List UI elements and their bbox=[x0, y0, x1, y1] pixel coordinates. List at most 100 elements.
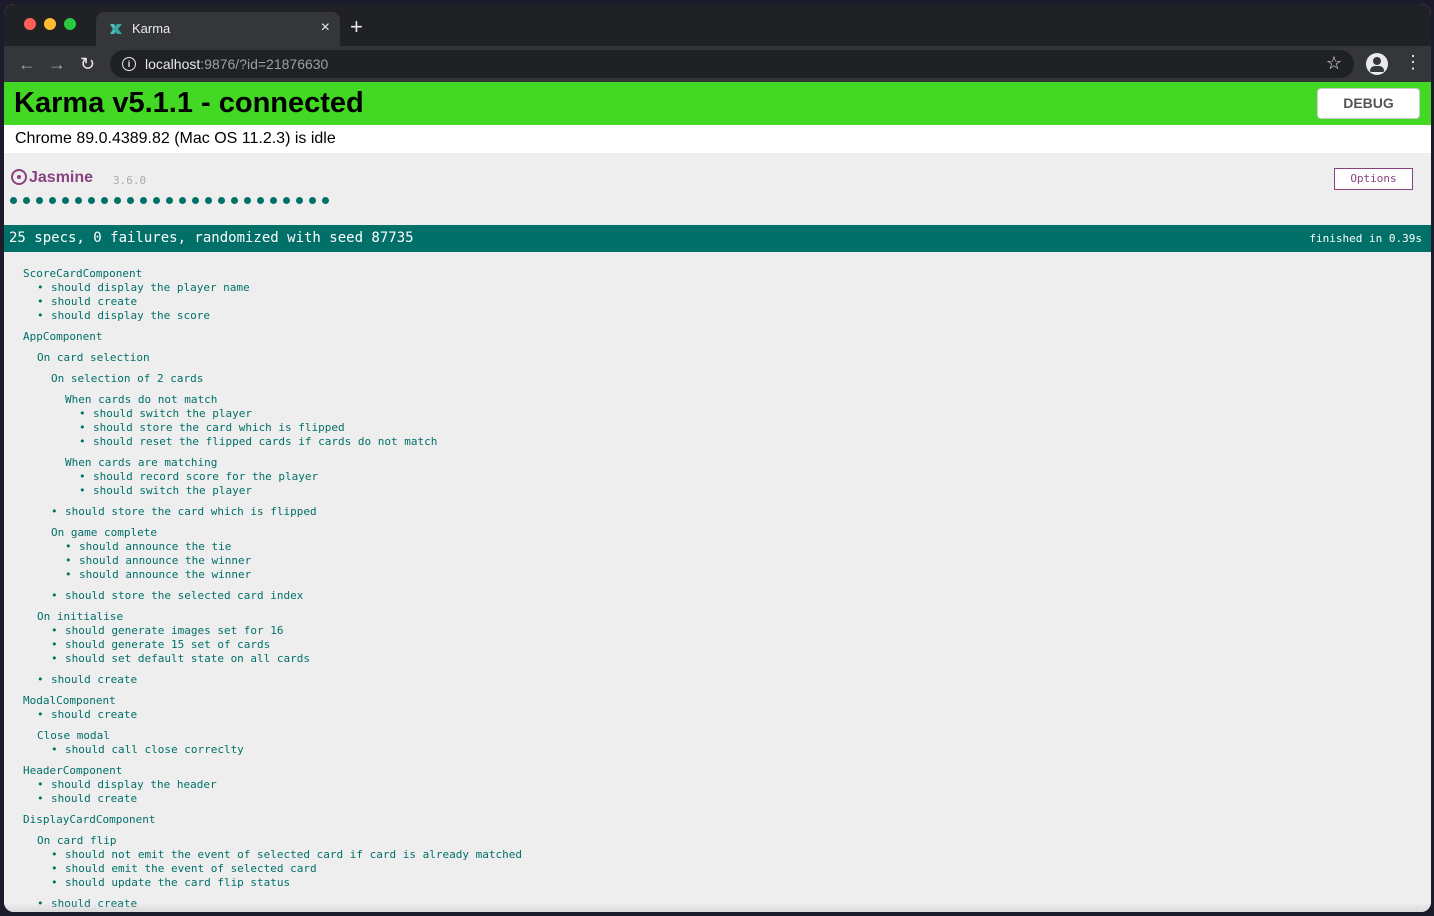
address-bar[interactable]: i localhost:9876/?id=21876630 ☆ bbox=[110, 50, 1354, 78]
url-text[interactable]: localhost:9876/?id=21876630 bbox=[145, 56, 328, 72]
spec-pass-dot[interactable] bbox=[166, 197, 173, 204]
karma-icon bbox=[110, 24, 122, 34]
jasmine-logo-text: Jasmine bbox=[29, 169, 94, 186]
maximize-window-button[interactable] bbox=[64, 18, 76, 30]
duration-text: finished in 0.39s bbox=[1309, 232, 1422, 245]
spec-pass-dot[interactable] bbox=[205, 197, 212, 204]
spec-item[interactable]: should announce the winner bbox=[65, 568, 251, 582]
spec-pass-dot[interactable] bbox=[88, 197, 95, 204]
profile-avatar-icon[interactable] bbox=[1366, 53, 1388, 75]
spec-item[interactable]: should generate 15 set of cards bbox=[51, 638, 270, 652]
scroll-fade bbox=[4, 903, 1431, 912]
spec-pass-dot[interactable] bbox=[62, 197, 69, 204]
summary-bar: 25 specs, 0 failures, randomized with se… bbox=[4, 225, 1431, 252]
suite-title[interactable]: DisplayCardComponent bbox=[23, 813, 155, 827]
forward-arrow-icon[interactable]: → bbox=[48, 54, 66, 74]
spec-item[interactable]: should call close correclty bbox=[51, 743, 244, 757]
spec-pass-dot[interactable] bbox=[114, 197, 121, 204]
url-host: localhost bbox=[145, 56, 201, 72]
spec-item[interactable]: should create bbox=[37, 673, 137, 687]
spec-pass-dot[interactable] bbox=[322, 197, 329, 204]
spec-pass-dot[interactable] bbox=[218, 197, 225, 204]
spec-item[interactable]: should record score for the player bbox=[79, 470, 318, 484]
spec-pass-dot[interactable] bbox=[244, 197, 251, 204]
spec-pass-dot[interactable] bbox=[179, 197, 186, 204]
spec-item[interactable]: should display the player name bbox=[37, 281, 250, 295]
url-path: :9876/?id=21876630 bbox=[200, 56, 329, 72]
tab-strip: Karma × + bbox=[4, 4, 1431, 46]
spec-item[interactable]: should create bbox=[37, 295, 137, 309]
close-tab-icon[interactable]: × bbox=[321, 18, 330, 38]
suite-title[interactable]: On game complete bbox=[51, 526, 157, 540]
spec-item[interactable]: should update the card flip status bbox=[51, 876, 290, 890]
spec-pass-dot[interactable] bbox=[153, 197, 160, 204]
suite-title[interactable]: AppComponent bbox=[23, 330, 102, 344]
summary-text[interactable]: 25 specs, 0 failures, randomized with se… bbox=[9, 230, 414, 246]
suite-title[interactable]: On selection of 2 cards bbox=[51, 372, 203, 386]
spec-pass-dot[interactable] bbox=[231, 197, 238, 204]
spec-item[interactable]: should create bbox=[37, 708, 137, 722]
spec-item[interactable]: should create bbox=[37, 792, 137, 806]
info-icon[interactable]: i bbox=[122, 57, 136, 71]
bookmark-star-icon[interactable]: ☆ bbox=[1326, 53, 1342, 74]
suite-title[interactable]: HeaderComponent bbox=[23, 764, 122, 778]
spec-pass-dot[interactable] bbox=[36, 197, 43, 204]
spec-item[interactable]: should reset the flipped cards if cards … bbox=[79, 435, 437, 449]
spec-item[interactable]: should display the header bbox=[37, 778, 217, 792]
options-button[interactable]: Options bbox=[1334, 168, 1413, 190]
jasmine-flower-icon bbox=[11, 169, 27, 185]
spec-item[interactable]: should emit the event of selected card bbox=[51, 862, 317, 876]
spec-pass-dot[interactable] bbox=[140, 197, 147, 204]
spec-item[interactable]: should set default state on all cards bbox=[51, 652, 310, 666]
minimize-window-button[interactable] bbox=[44, 18, 56, 30]
spec-item[interactable]: should generate images set for 16 bbox=[51, 624, 284, 638]
close-window-button[interactable] bbox=[24, 18, 36, 30]
spec-item[interactable]: should store the card which is flipped bbox=[79, 421, 345, 435]
suite-title[interactable]: ScoreCardComponent bbox=[23, 267, 142, 281]
spec-pass-dot[interactable] bbox=[127, 197, 134, 204]
spec-dots bbox=[10, 197, 329, 207]
spec-pass-dot[interactable] bbox=[270, 197, 277, 204]
karma-banner: Karma v5.1.1 - connected DEBUG bbox=[4, 82, 1431, 125]
spec-item[interactable]: should switch the player bbox=[79, 484, 252, 498]
spec-item[interactable]: should store the selected card index bbox=[51, 589, 303, 603]
spec-pass-dot[interactable] bbox=[101, 197, 108, 204]
spec-pass-dot[interactable] bbox=[23, 197, 30, 204]
debug-button[interactable]: DEBUG bbox=[1317, 88, 1420, 119]
suite-title[interactable]: On card flip bbox=[37, 834, 116, 848]
jasmine-logo[interactable]: Jasmine bbox=[11, 169, 93, 187]
more-menu-icon[interactable]: ⋮ bbox=[1404, 52, 1422, 72]
jasmine-reporter: Jasmine 3.6.0 Options 25 specs, 0 failur… bbox=[4, 153, 1431, 912]
spec-item[interactable]: should not emit the event of selected ca… bbox=[51, 848, 522, 862]
spec-item[interactable]: should announce the tie bbox=[65, 540, 231, 554]
spec-item[interactable]: should announce the winner bbox=[65, 554, 251, 568]
spec-item[interactable]: should display the score bbox=[37, 309, 210, 323]
spec-pass-dot[interactable] bbox=[192, 197, 199, 204]
spec-pass-dot[interactable] bbox=[257, 197, 264, 204]
new-tab-button[interactable]: + bbox=[350, 16, 363, 38]
suite-title[interactable]: Close modal bbox=[37, 729, 110, 743]
reload-icon[interactable]: ↻ bbox=[80, 54, 95, 74]
tab-title: Karma bbox=[132, 21, 171, 36]
karma-title: Karma v5.1.1 - connected bbox=[14, 87, 364, 119]
suite-title[interactable]: On card selection bbox=[37, 351, 150, 365]
browser-window: Karma × + ← → ↻ i localhost:9876/?id=218… bbox=[4, 4, 1431, 912]
spec-item[interactable]: should store the card which is flipped bbox=[51, 505, 317, 519]
back-arrow-icon[interactable]: ← bbox=[18, 54, 36, 74]
spec-pass-dot[interactable] bbox=[296, 197, 303, 204]
browser-list: Chrome 89.0.4389.82 (Mac OS 11.2.3) is i… bbox=[4, 125, 1431, 153]
suite-title[interactable]: When cards are matching bbox=[65, 456, 217, 470]
spec-pass-dot[interactable] bbox=[283, 197, 290, 204]
jasmine-version: 3.6.0 bbox=[113, 174, 147, 187]
spec-pass-dot[interactable] bbox=[309, 197, 316, 204]
suite-title[interactable]: On initialise bbox=[37, 610, 123, 624]
suite-title[interactable]: ModalComponent bbox=[23, 694, 116, 708]
spec-pass-dot[interactable] bbox=[75, 197, 82, 204]
browser-status: Chrome 89.0.4389.82 (Mac OS 11.2.3) is i… bbox=[15, 130, 336, 147]
spec-pass-dot[interactable] bbox=[10, 197, 17, 204]
browser-toolbar: ← → ↻ i localhost:9876/?id=21876630 ☆ ⋮ bbox=[4, 46, 1431, 82]
spec-pass-dot[interactable] bbox=[49, 197, 56, 204]
spec-item[interactable]: should switch the player bbox=[79, 407, 252, 421]
suite-title[interactable]: When cards do not match bbox=[65, 393, 217, 407]
tab-karma[interactable]: Karma × bbox=[96, 12, 340, 46]
